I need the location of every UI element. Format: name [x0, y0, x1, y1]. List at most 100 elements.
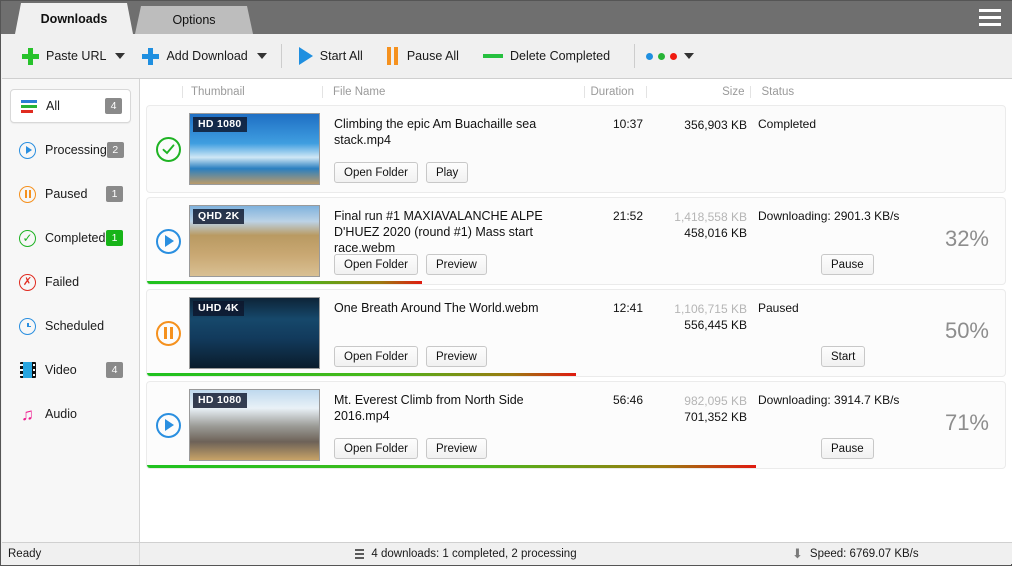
play-circle-icon [18, 141, 37, 160]
tab-options[interactable]: Options [135, 6, 253, 34]
open-folder-button[interactable]: Open Folder [334, 438, 418, 459]
status-bar: Ready 4 downloads: 1 completed, 2 proces… [2, 542, 1012, 564]
spacer [2, 79, 139, 89]
more-options-dots-icon[interactable] [646, 53, 677, 60]
sidebar-item-video[interactable]: Video4 [10, 353, 131, 387]
pause-all-button[interactable]: Pause All [381, 40, 465, 72]
play-circle-icon[interactable] [156, 413, 181, 438]
spacer [2, 123, 139, 133]
sidebar-item-count: 4 [105, 98, 122, 114]
status-speed: ⬇ Speed: 6769.07 KB/s [792, 547, 1012, 560]
row-state-icon [147, 290, 189, 376]
size-cell: 1,418,558 KB458,016 KB [643, 198, 747, 284]
column-header-file-name[interactable]: File Name [322, 86, 584, 98]
dot-0 [646, 53, 653, 60]
open-folder-button[interactable]: Open Folder [334, 254, 418, 275]
row-meta: Mt. Everest Climb from North Side 2016.m… [320, 382, 581, 468]
size-cell: 356,903 KB [643, 106, 747, 192]
hamburger-icon[interactable] [973, 4, 1007, 31]
sidebar-item-count: 1 [106, 230, 123, 246]
quality-badge: UHD 4K [193, 301, 244, 316]
column-header-thumbnail[interactable]: Thumbnail [182, 86, 322, 98]
size-cell: 982,095 KB701,352 KB [643, 382, 747, 468]
size-downloaded: 556,445 KB [643, 317, 747, 333]
dot-1 [658, 53, 665, 60]
pause-button[interactable]: Pause [821, 254, 874, 275]
plus-icon [22, 48, 39, 65]
more-options-dropdown[interactable] [681, 41, 697, 71]
paste-url-dropdown[interactable] [112, 41, 128, 71]
progress-bar [147, 373, 576, 376]
size-total: 982,095 KB [643, 393, 747, 409]
check-circle-icon: ✓ [18, 229, 37, 248]
status-cell: Paused50%Start [747, 290, 1005, 376]
music-note-icon: ♫ [18, 405, 37, 424]
tab-strip: Downloads Options [1, 1, 1012, 34]
progress-bar [147, 281, 422, 284]
delete-completed-button[interactable]: Delete Completed [477, 40, 616, 72]
sidebar-item-failed[interactable]: ✗Failed [10, 265, 131, 299]
preview-button[interactable]: Preview [426, 254, 487, 275]
preview-button[interactable]: Preview [426, 346, 487, 367]
toolbar-divider [634, 44, 635, 68]
thumbnail[interactable]: QHD 2K [189, 205, 320, 277]
pause-all-label: Pause All [407, 49, 459, 63]
download-row[interactable]: HD 1080Climbing the epic Am Buachaille s… [146, 105, 1006, 193]
thumbnail[interactable]: UHD 4K [189, 297, 320, 369]
add-download-dropdown[interactable] [254, 41, 270, 71]
hamburger-line [979, 16, 1001, 19]
sidebar-item-scheduled[interactable]: Scheduled [10, 309, 131, 343]
thumbnail[interactable]: HD 1080 [189, 389, 320, 461]
open-folder-button[interactable]: Open Folder [334, 162, 418, 183]
spacer [2, 299, 139, 309]
size-total: 1,418,558 KB [643, 209, 747, 225]
paste-url-button[interactable]: Paste URL [16, 40, 112, 72]
row-state-icon [147, 198, 189, 284]
status-summary-text: 4 downloads: 1 completed, 2 processing [371, 548, 576, 560]
pause-circle-icon[interactable] [156, 321, 181, 346]
size-downloaded: 458,016 KB [643, 225, 747, 241]
spacer [2, 387, 139, 397]
download-row[interactable]: UHD 4K One Breath Around The World.webm Op… [146, 289, 1006, 377]
sidebar-item-label: Video [45, 363, 106, 377]
clock-icon [18, 317, 37, 336]
download-row[interactable]: HD 1080Mt. Everest Climb from North Side… [146, 381, 1006, 469]
row-buttons: Open Folder Preview [334, 438, 487, 459]
file-name: One Breath Around The World.webm [334, 300, 581, 316]
tab-downloads-label: Downloads [41, 12, 108, 26]
pause-button[interactable]: Pause [821, 438, 874, 459]
status-cell: Completed [747, 106, 1005, 192]
spacer [2, 255, 139, 265]
status-ready-text: Ready [2, 543, 140, 565]
download-row[interactable]: QHD 2KFinal run #1 MAXIAVALANCHE ALPE D'… [146, 197, 1006, 285]
minus-icon [483, 54, 503, 58]
pause-icon [387, 47, 400, 65]
column-header-size[interactable]: Size [646, 86, 750, 98]
preview-button[interactable]: Preview [426, 438, 487, 459]
size-total: 1,106,715 KB [643, 301, 747, 317]
downloads-list-area: Thumbnail File Name Duration Size Status… [140, 79, 1012, 543]
column-header-status[interactable]: Status [750, 86, 1012, 98]
duration: 10:37 [581, 106, 643, 192]
play-button[interactable]: Play [426, 162, 468, 183]
sidebar-item-processing[interactable]: Processing2 [10, 133, 131, 167]
add-download-label: Add Download [166, 49, 247, 63]
thumbnail[interactable]: HD 1080 [189, 113, 320, 185]
status-summary: 4 downloads: 1 completed, 2 processing [140, 548, 792, 560]
start-button[interactable]: Start [821, 346, 865, 367]
sidebar-item-label: Paused [45, 187, 106, 201]
sidebar-item-completed[interactable]: ✓Completed1 [10, 221, 131, 255]
open-folder-button[interactable]: Open Folder [334, 346, 418, 367]
column-header-duration[interactable]: Duration [584, 86, 646, 98]
tab-downloads[interactable]: Downloads [15, 3, 133, 34]
sidebar-item-all[interactable]: All4 [10, 89, 131, 123]
start-all-button[interactable]: Start All [293, 40, 369, 72]
play-circle-icon[interactable] [156, 229, 181, 254]
status-text: Paused [758, 301, 1005, 315]
sidebar-item-paused[interactable]: Paused1 [10, 177, 131, 211]
row-meta: One Breath Around The World.webm Open Fol… [320, 290, 581, 376]
sidebar-item-audio[interactable]: ♫Audio [10, 397, 131, 431]
add-download-button[interactable]: Add Download [136, 40, 253, 72]
tab-options-label: Options [172, 13, 215, 27]
sidebar-item-label: Failed [45, 275, 123, 289]
